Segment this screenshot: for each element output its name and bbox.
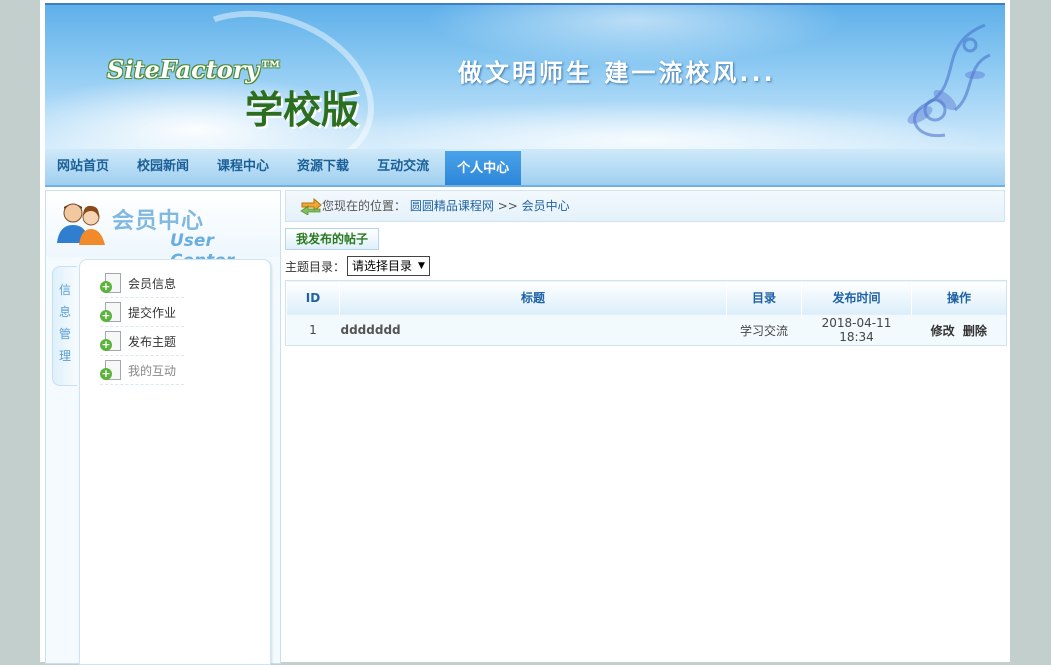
nav-item-news[interactable]: 校园新闻 [125, 149, 201, 185]
tab-my-posts[interactable]: 我发布的帖子 [285, 228, 380, 250]
topic-filter: 主题目录： 请选择目录 ▼ [285, 256, 430, 276]
category-select-value: 请选择目录 [352, 259, 413, 273]
delete-link[interactable]: 删除 [963, 324, 987, 338]
page: SiteFactory™ 学校版 做文明师生 建一流校风... 网站首页 校园新… [40, 0, 1010, 665]
users-icon [57, 203, 105, 245]
posts-table: ID 标题 目录 发布时间 操作 1 ddddddd 学习交流 2018-04-… [285, 280, 1007, 346]
nav-item-courses[interactable]: 课程中心 [205, 149, 281, 185]
breadcrumb-separator: >> [497, 199, 518, 213]
user-center-sidebar: 会员中心 User Center 信 息 管 理 + 会员信息 + 提交作业 + [45, 190, 281, 665]
side-tab-char: 理 [58, 349, 71, 363]
column-header-title: 标题 [339, 280, 727, 315]
nav-item-downloads[interactable]: 资源下载 [285, 149, 361, 185]
column-header-category: 目录 [726, 280, 802, 315]
banner: SiteFactory™ 学校版 做文明师生 建一流校风... [45, 5, 1005, 149]
brand-subtitle: 学校版 [245, 87, 360, 132]
side-menu-label: 发布主题 [128, 335, 177, 349]
side-menu-label: 我的互动 [128, 364, 177, 378]
side-tab-char: 息 [58, 305, 71, 319]
edit-link[interactable]: 修改 [931, 324, 955, 338]
breadcrumb-prefix: 您现在的位置： [322, 199, 407, 213]
cell-id: 1 [286, 314, 340, 345]
category-select[interactable]: 请选择目录 ▼ [347, 256, 430, 276]
column-header-time: 发布时间 [801, 280, 912, 315]
column-header-actions: 操作 [911, 280, 1006, 315]
banner-slogan: 做文明师生 建一流校风... [458, 59, 776, 87]
main-content: 您现在的位置： 圆圆精品课程网 >> 会员中心 我发布的帖子 主题目录： 请选择… [285, 190, 1007, 662]
add-document-icon: + [100, 301, 121, 324]
chevron-down-icon: ▼ [418, 261, 425, 271]
flower-decoration-icon [907, 23, 991, 138]
cell-category: 学习交流 [726, 314, 802, 345]
add-document-icon: + [100, 330, 121, 353]
side-menu-submit-homework[interactable]: + 提交作业 [100, 299, 184, 327]
breadcrumb-current[interactable]: 会员中心 [522, 199, 570, 213]
side-menu-panel: + 会员信息 + 提交作业 + 发布主题 + 我的互动 [79, 259, 271, 665]
side-menu-member-info[interactable]: + 会员信息 [100, 270, 184, 298]
side-menu-my-interaction[interactable]: + 我的互动 [100, 357, 184, 385]
side-tab-char: 管 [58, 327, 71, 341]
table-header-row: ID 标题 目录 发布时间 操作 [286, 280, 1006, 315]
breadcrumb-site-link[interactable]: 圆圆精品课程网 [410, 199, 494, 213]
side-tab-char: 信 [58, 283, 71, 297]
user-center-header: 会员中心 User Center [46, 191, 280, 271]
filter-label: 主题目录： [285, 259, 346, 274]
cell-time: 2018-04-11 18:34 [801, 314, 912, 345]
cell-title-link[interactable]: ddddddd [339, 314, 727, 345]
add-document-icon: + [100, 272, 121, 295]
nav-item-home[interactable]: 网站首页 [45, 149, 121, 185]
info-management-tab[interactable]: 信 息 管 理 [52, 266, 77, 386]
nav-item-personal-center[interactable]: 个人中心 [445, 149, 522, 185]
side-menu-post-topic[interactable]: + 发布主题 [100, 328, 184, 356]
cell-actions: 修改 删除 [911, 314, 1006, 345]
arrow-icon [300, 197, 322, 215]
column-header-id: ID [286, 280, 340, 315]
side-menu-label: 会员信息 [128, 277, 177, 291]
table-row: 1 ddddddd 学习交流 2018-04-11 18:34 修改 删除 [286, 314, 1006, 345]
add-document-icon: + [100, 359, 121, 382]
side-menu-label: 提交作业 [128, 306, 177, 320]
nav-item-interaction[interactable]: 互动交流 [365, 149, 441, 185]
main-nav: 网站首页 校园新闻 课程中心 资源下载 互动交流 个人中心 [45, 149, 1005, 187]
breadcrumb: 您现在的位置： 圆圆精品课程网 >> 会员中心 [285, 190, 1005, 222]
